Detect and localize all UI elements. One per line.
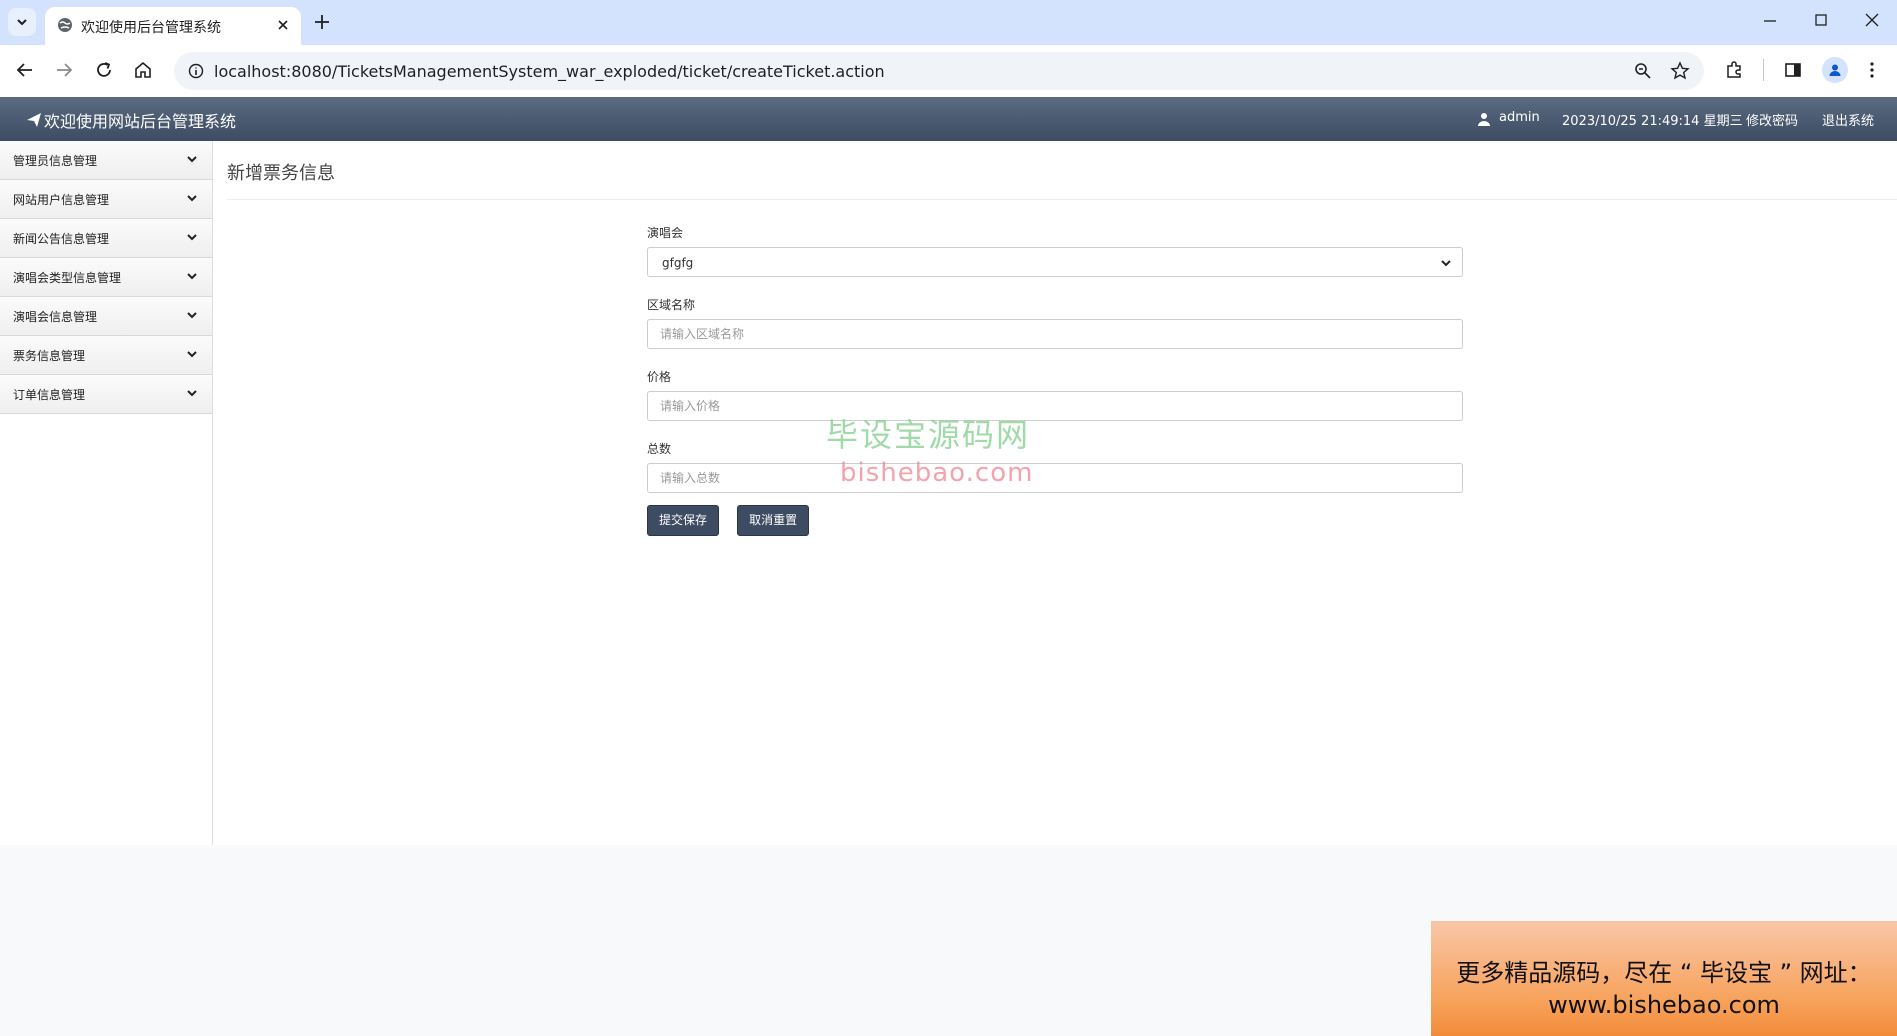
logout-link[interactable]: 退出系统 (1822, 110, 1874, 129)
main-content: 新增票务信息 演唱会 gfgfg 区域名称 价格 总数 提交保存 取消重置 (213, 141, 1897, 845)
sidebar-item-admin-management[interactable]: 管理员信息管理 (0, 141, 212, 180)
sidebar-item-label: 网站用户信息管理 (13, 193, 110, 207)
chevron-down-icon (187, 195, 197, 202)
sidebar-item-concert-types[interactable]: 演唱会类型信息管理 (0, 258, 212, 297)
zoom-icon[interactable] (1634, 62, 1652, 80)
toolbar-divider (1763, 59, 1764, 81)
address-bar[interactable]: localhost:8080/TicketsManagementSystem_w… (174, 52, 1704, 90)
sidebar-item-label: 演唱会类型信息管理 (13, 271, 122, 285)
sidebar-item-label: 票务信息管理 (13, 349, 86, 363)
user-icon (1478, 113, 1490, 126)
sidebar-item-label: 新闻公告信息管理 (13, 232, 110, 246)
sidebar: 管理员信息管理 网站用户信息管理 新闻公告信息管理 演唱会类型信息管理 演唱会信… (0, 141, 213, 845)
create-ticket-form: 演唱会 gfgfg 区域名称 价格 总数 提交保存 取消重置 (647, 225, 1463, 536)
kebab-menu-icon[interactable] (1862, 60, 1882, 80)
sidebar-item-label: 订单信息管理 (13, 388, 86, 402)
side-panel-icon[interactable] (1783, 60, 1803, 80)
home-icon[interactable] (133, 60, 153, 80)
submit-save-button[interactable]: 提交保存 (647, 505, 720, 536)
datetime: 2023/10/25 21:49:14 星期三 (1562, 114, 1743, 129)
sidebar-item-concerts[interactable]: 演唱会信息管理 (0, 297, 212, 336)
sidebar-item-label: 管理员信息管理 (13, 154, 98, 168)
profile-avatar[interactable] (1822, 57, 1848, 83)
address-url: localhost:8080/TicketsManagementSystem_w… (214, 62, 885, 81)
close-icon[interactable] (275, 17, 291, 33)
browser-toolbar: localhost:8080/TicketsManagementSystem_w… (0, 45, 1897, 97)
window-close-icon[interactable] (1864, 12, 1880, 28)
plus-icon[interactable] (312, 12, 332, 32)
sidebar-item-tickets[interactable]: 票务信息管理 (0, 336, 212, 375)
title-divider (227, 199, 1897, 200)
price-input[interactable] (647, 391, 1463, 421)
app-header: 欢迎使用网站后台管理系统 admin 2023/10/25 21:49:14 星… (0, 97, 1897, 141)
info-icon[interactable] (188, 63, 204, 79)
promo-line1: 更多精品源码，尽在 “ 毕设宝 ” 网址： (1456, 959, 1872, 987)
maximize-icon[interactable] (1813, 12, 1829, 28)
chevron-down-icon (187, 390, 197, 397)
area-name-input[interactable] (647, 319, 1463, 349)
form-actions: 提交保存 取消重置 (647, 505, 1463, 536)
chevron-down-icon (187, 234, 197, 241)
chevron-down-icon (187, 156, 197, 163)
brand[interactable]: 欢迎使用网站后台管理系统 (26, 108, 236, 132)
sidebar-item-news[interactable]: 新闻公告信息管理 (0, 219, 212, 258)
sidebar-item-label: 演唱会信息管理 (13, 310, 98, 324)
forward-arrow-icon[interactable] (54, 60, 74, 80)
watermark-cn: 毕设宝源码网 (826, 416, 1031, 454)
promo-banner: 更多精品源码，尽在 “ 毕设宝 ” 网址： www.bishebao.com (1431, 921, 1897, 1036)
promo-line2: www.bishebao.com (1548, 991, 1780, 1019)
chevron-down-icon (187, 312, 197, 319)
person-icon (1829, 64, 1841, 76)
cancel-reset-button[interactable]: 取消重置 (737, 505, 810, 536)
tab-search-button[interactable] (8, 8, 36, 36)
brand-title: 欢迎使用网站后台管理系统 (44, 112, 237, 131)
minimize-icon[interactable] (1762, 12, 1778, 28)
browser-tabstrip: 欢迎使用后台管理系统 (0, 0, 1897, 45)
bookmark-star-icon[interactable] (1670, 61, 1690, 81)
chevron-down-icon (187, 351, 197, 358)
concert-select[interactable]: gfgfg (647, 247, 1463, 277)
reload-icon[interactable] (94, 60, 114, 80)
total-input[interactable] (647, 463, 1463, 493)
page-title: 新增票务信息 (227, 163, 335, 184)
change-password-link[interactable]: 修改密码 (1746, 110, 1798, 129)
concert-select-value: gfgfg (662, 256, 694, 270)
globe-icon (58, 18, 72, 32)
concert-label: 演唱会 (647, 226, 684, 240)
price-label: 价格 (647, 370, 672, 384)
sidebar-item-site-users[interactable]: 网站用户信息管理 (0, 180, 212, 219)
area-label: 区域名称 (647, 298, 696, 312)
back-arrow-icon[interactable] (15, 60, 35, 80)
tab-title: 欢迎使用后台管理系统 (81, 20, 221, 36)
sidebar-item-orders[interactable]: 订单信息管理 (0, 375, 212, 414)
total-label: 总数 (647, 442, 672, 456)
chevron-down-icon (1441, 260, 1451, 267)
watermark-en: bishebao.com (840, 458, 1034, 488)
extensions-puzzle-icon[interactable] (1724, 60, 1744, 80)
chevron-down-icon (17, 19, 27, 26)
chevron-down-icon (187, 273, 197, 280)
user-name: admin (1499, 110, 1540, 125)
paper-plane-icon (27, 113, 41, 127)
browser-tab-active[interactable]: 欢迎使用后台管理系统 (45, 7, 301, 45)
